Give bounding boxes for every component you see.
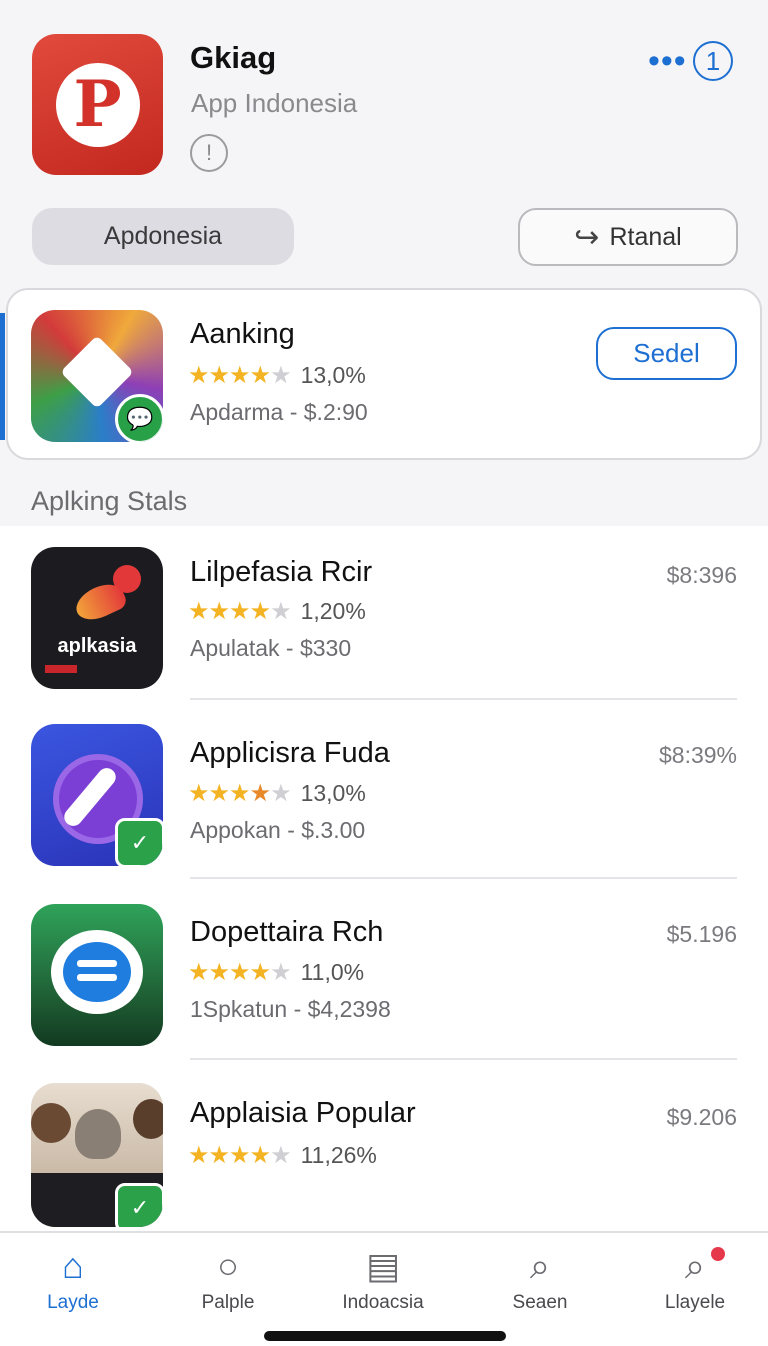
list-item-price: $8:396 (666, 562, 737, 588)
list-item-icon[interactable] (31, 904, 163, 1046)
rating-text: 13,0% (300, 780, 366, 806)
app-icon-text: aplkasia (57, 635, 137, 657)
list-item-price: $5.196 (666, 921, 737, 947)
tab-seaen[interactable]: ⌕ Seaen (480, 1244, 600, 1314)
section-title: Aplking Stals (31, 486, 188, 516)
info-bubble-icon[interactable]: ! (190, 134, 228, 172)
featured-rating: ★★★★★ 13,0% (188, 361, 366, 390)
list-item-icon[interactable]: ✓ (31, 1083, 163, 1227)
message-line-icon (77, 960, 117, 967)
rating-text: 1,20% (300, 598, 366, 624)
list-item-subtitle: Apulatak - $330 (190, 635, 352, 661)
divider (190, 698, 737, 700)
list-item-icon[interactable]: aplkasia (31, 547, 163, 689)
search-notification-icon: ⌕ (684, 1245, 706, 1286)
tab-label: Indoacsia (342, 1292, 424, 1313)
notification-count-badge[interactable]: 1 (693, 41, 733, 81)
tab-layde[interactable]: ⌂ Layde (13, 1244, 133, 1314)
list-item-subtitle: Appokan - $.3.00 (190, 817, 366, 843)
list-item-icon[interactable]: ✓ (31, 724, 163, 866)
person-photo-icon (31, 1103, 71, 1143)
home-indicator (264, 1331, 506, 1341)
checkmark-badge-icon: ✓ (115, 818, 163, 866)
star-rating-icon: ★★★★★ (188, 598, 292, 625)
app-header-icon: P (32, 34, 163, 175)
rating-text: 11,0% (300, 959, 365, 985)
message-icon (63, 942, 131, 1002)
drop-icon: ○ (217, 1245, 239, 1286)
list-item-rating: ★★★★★ 11,0% (188, 958, 364, 987)
home-icon: ⌂ (62, 1245, 84, 1286)
featured-card-accent (0, 313, 5, 440)
tab-llayele[interactable]: ⌕ Llayele (635, 1244, 755, 1314)
share-button[interactable]: ↪ Rtanal (518, 208, 738, 266)
ellipsis-icon[interactable]: ••• (648, 44, 687, 78)
category-pill-label: Apdonesia (103, 222, 223, 250)
featured-app-subtitle: Apdarma - $.2:90 (190, 399, 368, 425)
tab-palple[interactable]: ○ Palple (168, 1244, 288, 1314)
featured-app-name[interactable]: Aanking (190, 318, 295, 351)
list-item-rating: ★★★★★ 1,20% (188, 597, 366, 626)
star-rating-icon: ★★★★★ (188, 1142, 292, 1169)
list-item-name[interactable]: Applicisra Fuda (190, 737, 390, 770)
tab-label: Layde (47, 1292, 99, 1313)
tab-indoacsia[interactable]: ▤ Indoacsia (323, 1244, 443, 1314)
list-item-rating: ★★★★★ 11,26% (188, 1141, 377, 1170)
chat-badge-icon: 💬 (115, 394, 163, 442)
pinterest-logo-icon: P (55, 62, 140, 147)
tab-label: Llayele (664, 1292, 726, 1313)
category-pill-button[interactable]: Apdonesia (32, 208, 294, 265)
document-icon: ▤ (365, 1245, 400, 1286)
checkmark-badge-icon: ✓ (115, 1183, 163, 1227)
divider (190, 877, 737, 879)
rating-text: 13,0% (300, 362, 366, 388)
message-line-icon (77, 974, 117, 981)
featured-app-icon[interactable]: 💬 (31, 310, 163, 442)
share-arrow-icon: ↪ (574, 220, 600, 254)
star-rating-icon: ★★★★★ (188, 780, 292, 807)
list-item-rating: ★★★★★ 13,0% (188, 779, 366, 808)
send-button-label: Sedel (633, 338, 700, 368)
tab-label: Seaen (512, 1292, 568, 1313)
list-item-price: $8:39% (658, 742, 737, 768)
list-item-name[interactable]: Applaisia Popular (190, 1097, 416, 1130)
send-button[interactable]: Sedel (596, 327, 737, 380)
tab-label: Palple (201, 1292, 255, 1313)
list-item-name[interactable]: Lilpefasia Rcir (190, 556, 372, 589)
person-photo-icon (133, 1099, 163, 1139)
notification-dot-icon (711, 1247, 725, 1261)
app-subtitle: App Indonesia (191, 88, 358, 118)
share-button-label: Rtanal (609, 222, 682, 251)
star-rating-icon: ★★★★★ (188, 959, 292, 986)
list-item-name[interactable]: Dopettaira Rch (190, 916, 383, 949)
rating-text: 11,26% (300, 1142, 377, 1168)
list-item-subtitle: 1Spkatun - $4,2398 (190, 996, 391, 1022)
face-diamond-icon (60, 335, 134, 409)
red-strip-icon (45, 665, 77, 673)
person-photo-icon (75, 1109, 121, 1159)
divider (190, 1058, 737, 1060)
search-icon: ⌕ (529, 1245, 551, 1286)
app-title: Gkiag (190, 40, 277, 75)
list-item-price: $9.206 (666, 1104, 737, 1130)
star-rating-icon: ★★★★★ (188, 362, 292, 389)
